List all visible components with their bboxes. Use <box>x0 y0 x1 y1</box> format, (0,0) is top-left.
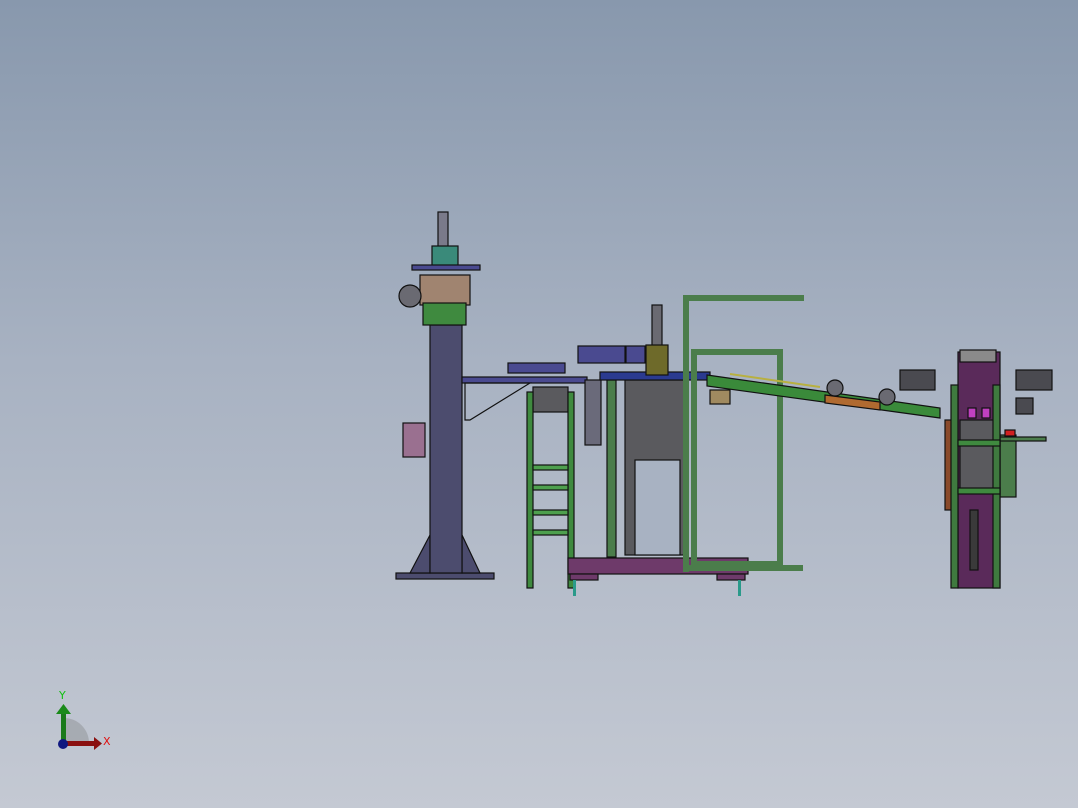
lower-cylinder-rod <box>969 509 979 571</box>
sprocket-2 <box>878 388 896 406</box>
marker-left <box>967 407 977 419</box>
column-robot[interactable] <box>395 211 495 580</box>
side-bracket-green <box>999 434 1017 498</box>
arm-brace <box>464 382 533 421</box>
actuator-left <box>899 369 936 391</box>
gusset-left <box>409 534 431 574</box>
marker-right <box>981 407 991 419</box>
leveler-left <box>573 580 576 596</box>
z-axis-dot <box>58 739 68 749</box>
head-motor-housing <box>419 274 471 306</box>
triad-plane-arc <box>64 718 89 743</box>
reference-triad: Y X <box>56 689 111 750</box>
side-shelf <box>999 436 1047 442</box>
actuator-right <box>1015 369 1053 391</box>
arm-beam <box>461 376 588 384</box>
sprocket-1 <box>826 379 844 397</box>
crossbar-1 <box>957 439 1001 447</box>
column-side-bracket <box>402 422 426 458</box>
assembly-model[interactable]: Y X <box>0 0 1078 808</box>
x-axis-arrow <box>64 741 96 746</box>
gripper-cylinder <box>584 379 602 446</box>
red-sensor <box>1004 429 1016 437</box>
hopper-top <box>959 349 997 363</box>
column-base-plate <box>395 572 495 580</box>
press-station[interactable] <box>567 304 749 596</box>
leg-left <box>950 384 959 589</box>
ladder <box>526 391 575 589</box>
crossbar-2 <box>957 487 1001 495</box>
gear-motor <box>398 284 422 308</box>
cad-graphics-viewport[interactable]: Y X <box>0 0 1078 808</box>
arm-slide <box>507 362 566 374</box>
leveler-right <box>738 580 741 596</box>
foot-left <box>569 573 599 581</box>
press-head <box>645 344 669 376</box>
foot-right <box>716 573 746 581</box>
conveyor-bearing <box>709 389 731 405</box>
feeder-block-1 <box>577 345 626 364</box>
press-cylinder <box>651 304 663 348</box>
head-green-block <box>422 302 467 326</box>
press-opening <box>634 459 681 556</box>
cylinder-block <box>959 419 996 491</box>
gusset-right <box>461 534 481 574</box>
green-guard-frame <box>683 295 804 572</box>
x-axis-label: X <box>103 735 111 748</box>
x-axis-arrowhead <box>94 737 102 750</box>
leg-right <box>992 384 1001 589</box>
right-filling-unit[interactable] <box>899 349 1053 589</box>
y-axis-label: Y <box>58 689 66 702</box>
actuator-lower <box>1015 397 1034 415</box>
hopper <box>532 386 569 413</box>
y-axis-arrowhead <box>56 704 71 714</box>
column-post <box>429 324 463 574</box>
frame-leg-left <box>606 379 617 558</box>
feeder-block-2 <box>625 345 646 364</box>
head-plate <box>411 264 481 271</box>
y-axis-arrow <box>61 712 66 743</box>
